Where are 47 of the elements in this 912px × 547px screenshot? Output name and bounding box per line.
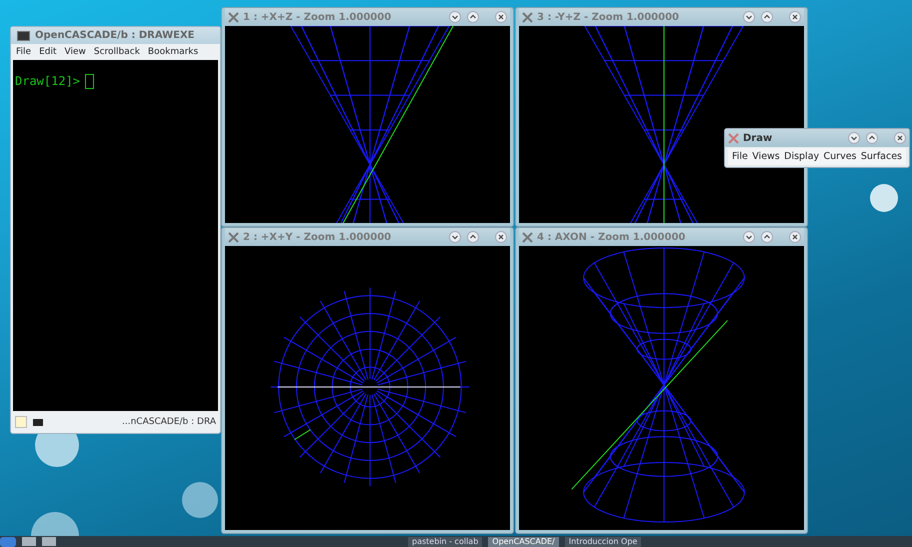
- maximize-button[interactable]: [467, 11, 479, 23]
- minimize-button[interactable]: [848, 132, 860, 144]
- menu-item[interactable]: Surfaces: [858, 151, 904, 162]
- text-cursor: [85, 74, 94, 89]
- window-title: 2 : +X+Y - Zoom 1.000000: [243, 232, 392, 242]
- maximize-button[interactable]: [761, 231, 773, 243]
- menu-item[interactable]: Curves: [822, 151, 858, 162]
- taskbar-item[interactable]: pastebin - collab: [408, 536, 482, 546]
- maximize-button[interactable]: [467, 231, 479, 243]
- terminal-icon: [17, 30, 30, 40]
- taskbar-item[interactable]: OpenCASCADE/: [488, 536, 559, 546]
- terminal-icon: [33, 418, 43, 426]
- menu-item[interactable]: Scrollback: [90, 46, 144, 58]
- window-title: 4 : AXON - Zoom 1.000000: [537, 232, 686, 242]
- minimize-button[interactable]: [449, 11, 461, 23]
- menu-item[interactable]: Display: [782, 151, 822, 162]
- minimize-button[interactable]: [743, 11, 755, 23]
- menu-item[interactable]: Edit: [35, 46, 60, 58]
- terminal-prompt: Draw[12]>: [15, 74, 80, 88]
- menu-item[interactable]: Bookmarks: [144, 46, 202, 58]
- menu-item[interactable]: File: [12, 46, 36, 58]
- taskbar-item[interactable]: Introduccion Ope: [564, 536, 642, 546]
- app-icon: [522, 12, 533, 22]
- menu-item[interactable]: File: [730, 151, 750, 162]
- app-icon: [228, 12, 239, 22]
- maximize-button[interactable]: [866, 132, 878, 144]
- app-icon: [522, 232, 533, 242]
- menu-item[interactable]: View: [60, 46, 90, 58]
- minimize-button[interactable]: [743, 231, 755, 243]
- terminal-tab[interactable]: ...nCASCADE/b : DRA: [122, 417, 216, 427]
- close-button[interactable]: [894, 132, 906, 144]
- window-title: OpenCASCADE/b : DRAWEXE: [35, 30, 195, 41]
- window-title: 3 : -Y+Z - Zoom 1.000000: [537, 12, 679, 22]
- menu-item[interactable]: Views: [750, 151, 782, 162]
- app-icon: [228, 232, 239, 242]
- minimize-button[interactable]: [449, 231, 461, 243]
- bokeh-circle: [870, 184, 898, 212]
- close-button[interactable]: [789, 11, 801, 23]
- window-title: Draw: [743, 132, 772, 144]
- launcher-icon[interactable]: [0, 536, 16, 546]
- bokeh-circle: [182, 482, 218, 518]
- close-button[interactable]: [789, 231, 801, 243]
- close-button[interactable]: [495, 231, 507, 243]
- maximize-button[interactable]: [761, 11, 773, 23]
- close-button[interactable]: [495, 11, 507, 23]
- window-title: 1 : +X+Z - Zoom 1.000000: [243, 12, 392, 22]
- app-icon: [728, 132, 739, 144]
